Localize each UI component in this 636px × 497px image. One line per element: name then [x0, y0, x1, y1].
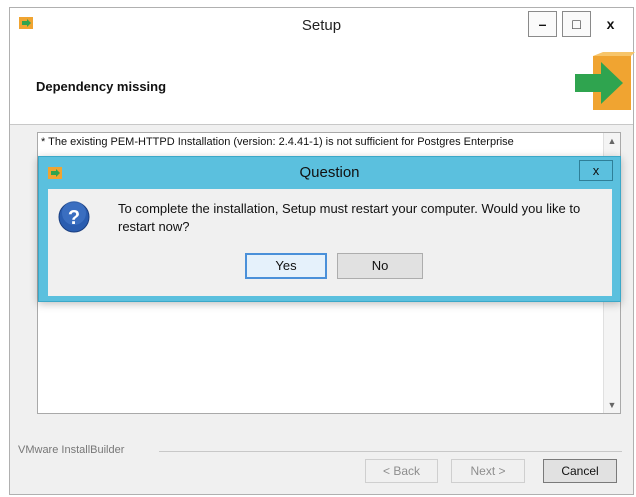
scroll-up-icon[interactable]: ▲ [604, 133, 620, 149]
close-button[interactable]: x [596, 11, 625, 37]
no-button[interactable]: No [337, 253, 423, 279]
divider [159, 451, 622, 452]
dependency-message: * The existing PEM-HTTPD Installation (v… [41, 136, 514, 148]
dialog-title: Question [299, 164, 360, 181]
dialog-body: ? To complete the installation, Setup mu… [48, 189, 612, 296]
back-button[interactable]: < Back [365, 459, 438, 483]
scroll-down-icon[interactable]: ▼ [604, 397, 620, 413]
brand-label: VMware InstallBuilder [18, 444, 125, 456]
title-bar[interactable]: Setup – □ x [10, 8, 633, 42]
installer-box-icon [575, 52, 635, 110]
question-icon: ? [58, 201, 90, 233]
setup-window: Setup – □ x Dependency missing * The exi… [9, 7, 635, 495]
question-dialog: Question x ? To complete the installatio… [38, 156, 621, 302]
maximize-button[interactable]: □ [562, 11, 591, 37]
dialog-message: To complete the installation, Setup must… [118, 201, 581, 234]
next-button[interactable]: Next > [451, 459, 525, 483]
cancel-button[interactable]: Cancel [543, 459, 617, 483]
minimize-button[interactable]: – [528, 11, 557, 37]
page-title: Dependency missing [36, 79, 167, 94]
dialog-close-button[interactable]: x [579, 160, 613, 181]
svg-text:?: ? [68, 207, 80, 229]
dialog-title-bar[interactable]: Question x [39, 157, 620, 189]
yes-button[interactable]: Yes [245, 253, 327, 279]
wizard-header: Dependency missing [10, 42, 635, 125]
